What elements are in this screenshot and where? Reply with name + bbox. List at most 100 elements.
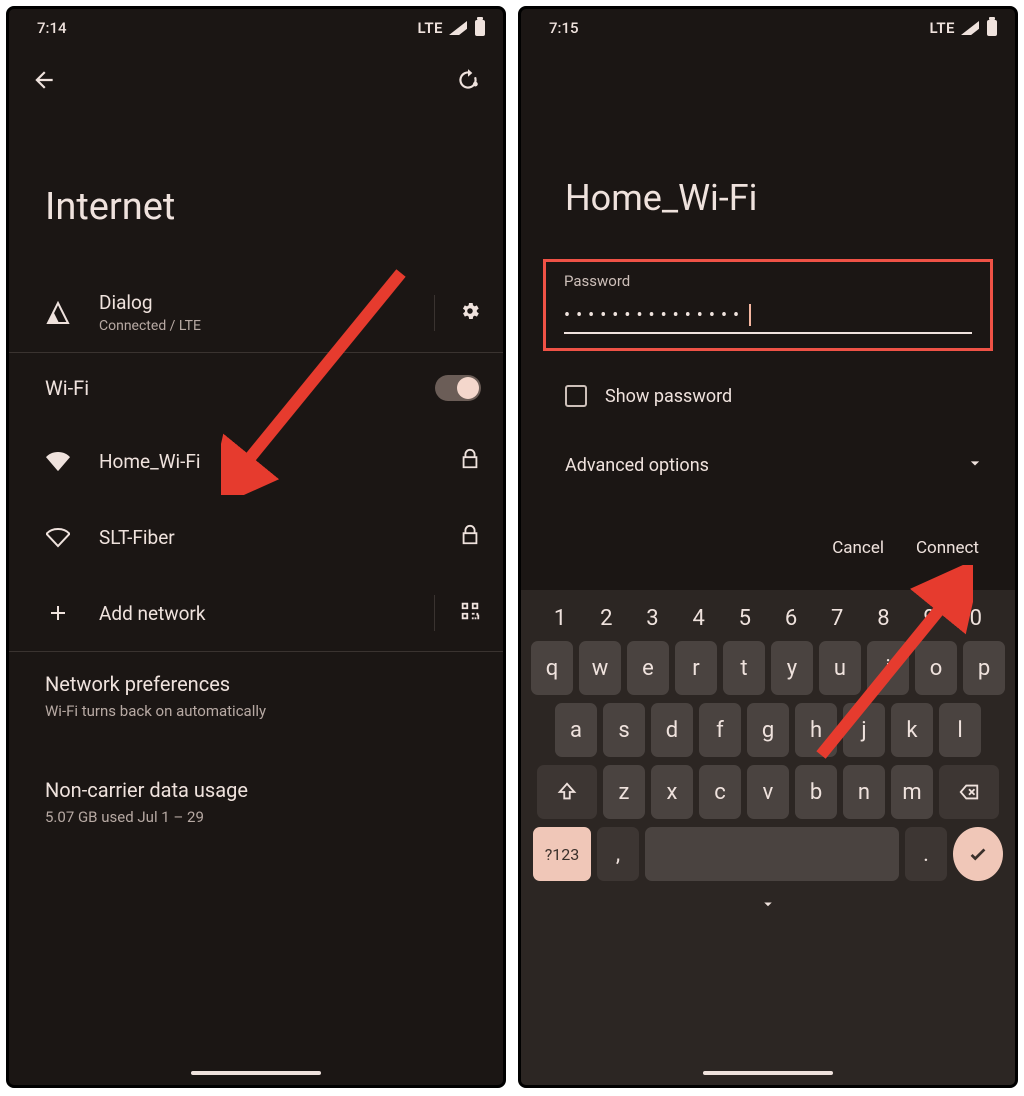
comma-key[interactable]: , xyxy=(597,827,639,881)
divider xyxy=(434,295,435,331)
network-preferences-row[interactable]: Network preferences Wi-Fi turns back on … xyxy=(9,652,503,740)
collapse-keyboard-button[interactable] xyxy=(525,889,1011,919)
key-o[interactable]: o xyxy=(915,641,957,695)
key-q[interactable]: q xyxy=(531,641,573,695)
key-y[interactable]: y xyxy=(771,641,813,695)
key-t[interactable]: t xyxy=(723,641,765,695)
checkbox-unchecked-icon[interactable] xyxy=(565,385,587,407)
advanced-options-row[interactable]: Advanced options xyxy=(521,433,1015,498)
period-key[interactable]: . xyxy=(905,827,947,881)
battery-icon xyxy=(987,20,997,36)
key-5[interactable]: 5 xyxy=(739,606,751,631)
status-network-label: LTE xyxy=(929,19,955,37)
key-r[interactable]: r xyxy=(675,641,717,695)
key-j[interactable]: j xyxy=(843,703,885,757)
key-a[interactable]: a xyxy=(555,703,597,757)
carrier-row[interactable]: Dialog Connected / LTE xyxy=(9,273,503,352)
key-s[interactable]: s xyxy=(603,703,645,757)
keyboard-row-bottom: ?123 , . xyxy=(525,827,1011,881)
key-l[interactable]: l xyxy=(939,703,981,757)
key-c[interactable]: c xyxy=(699,765,741,819)
key-z[interactable]: z xyxy=(603,765,645,819)
status-time: 7:14 xyxy=(37,19,67,37)
lock-icon xyxy=(459,448,481,474)
space-key[interactable] xyxy=(645,827,899,881)
password-label: Password xyxy=(564,272,972,290)
soft-keyboard: 1 2 3 4 5 6 7 8 9 0 q w e r t y u i o p … xyxy=(521,590,1015,1085)
chevron-down-icon xyxy=(965,453,985,478)
toolbar xyxy=(9,43,503,107)
signal-icon xyxy=(45,301,71,325)
status-right: LTE xyxy=(417,19,485,37)
status-right: LTE xyxy=(929,19,997,37)
password-input[interactable]: ••••••••••••••• xyxy=(564,304,972,334)
wifi-network-slt[interactable]: SLT-Fiber xyxy=(9,499,503,575)
key-k[interactable]: k xyxy=(891,703,933,757)
keyboard-row-1: q w e r t y u i o p xyxy=(525,641,1011,695)
status-bar: 7:14 LTE xyxy=(9,9,503,43)
key-6[interactable]: 6 xyxy=(785,606,797,631)
gesture-handle[interactable] xyxy=(703,1071,833,1075)
key-g[interactable]: g xyxy=(747,703,789,757)
wifi-ssid: SLT-Fiber xyxy=(99,526,431,549)
key-h[interactable]: h xyxy=(795,703,837,757)
show-password-label: Show password xyxy=(605,386,732,407)
status-time: 7:15 xyxy=(549,19,579,37)
key-8[interactable]: 8 xyxy=(877,606,889,631)
add-network-row[interactable]: Add network xyxy=(9,575,503,651)
gesture-handle[interactable] xyxy=(191,1071,321,1075)
key-e[interactable]: e xyxy=(627,641,669,695)
key-x[interactable]: x xyxy=(651,765,693,819)
connect-button[interactable]: Connect xyxy=(916,538,979,558)
lock-icon xyxy=(459,524,481,550)
status-network-label: LTE xyxy=(417,19,443,37)
key-p[interactable]: p xyxy=(963,641,1005,695)
key-4[interactable]: 4 xyxy=(692,606,704,631)
signal-icon xyxy=(961,21,979,35)
wifi-network-home[interactable]: Home_Wi-Fi xyxy=(9,423,503,499)
key-n[interactable]: n xyxy=(843,765,885,819)
usage-title: Non-carrier data usage xyxy=(45,778,467,802)
reset-settings-button[interactable] xyxy=(455,67,481,97)
phone-left-internet-settings: 7:14 LTE Internet Dialog Connected / LTE xyxy=(6,6,506,1088)
enter-key[interactable] xyxy=(953,827,1003,881)
plus-icon xyxy=(45,601,71,625)
symbols-key[interactable]: ?123 xyxy=(533,827,591,881)
key-i[interactable]: i xyxy=(867,641,909,695)
keyboard-row-3: z x c v b n m xyxy=(525,765,1011,819)
password-field-highlight: Password ••••••••••••••• xyxy=(543,259,993,351)
pref-subtitle: Wi-Fi turns back on automatically xyxy=(45,702,467,720)
key-b[interactable]: b xyxy=(795,765,837,819)
backspace-key[interactable] xyxy=(939,765,999,819)
qr-scan-icon[interactable] xyxy=(459,600,481,626)
keyboard-row-2: a s d f g h j k l xyxy=(525,703,1011,757)
key-9[interactable]: 9 xyxy=(923,606,935,631)
wifi-toggle[interactable] xyxy=(435,375,481,401)
gear-icon[interactable] xyxy=(459,300,481,326)
key-v[interactable]: v xyxy=(747,765,789,819)
key-3[interactable]: 3 xyxy=(646,606,658,631)
usage-subtitle: 5.07 GB used Jul 1 – 29 xyxy=(45,808,467,826)
carrier-name: Dialog xyxy=(99,291,406,314)
keyboard-number-row: 1 2 3 4 5 6 7 8 9 0 xyxy=(525,600,1011,641)
key-7[interactable]: 7 xyxy=(831,606,843,631)
key-1[interactable]: 1 xyxy=(554,606,566,631)
cancel-button[interactable]: Cancel xyxy=(832,538,884,558)
pref-title: Network preferences xyxy=(45,672,467,696)
wifi-full-icon xyxy=(45,449,71,473)
key-w[interactable]: w xyxy=(579,641,621,695)
key-f[interactable]: f xyxy=(699,703,741,757)
data-usage-row[interactable]: Non-carrier data usage 5.07 GB used Jul … xyxy=(9,758,503,846)
phone-right-wifi-password-dialog: 7:15 LTE Home_Wi-Fi Password •••••••••••… xyxy=(518,6,1018,1088)
key-u[interactable]: u xyxy=(819,641,861,695)
page-title: Internet xyxy=(9,107,503,273)
wifi-section-label: Wi-Fi xyxy=(45,376,89,400)
key-0[interactable]: 0 xyxy=(970,606,982,631)
key-d[interactable]: d xyxy=(651,703,693,757)
back-button[interactable] xyxy=(31,67,57,97)
wifi-section-header: Wi-Fi xyxy=(9,353,503,423)
key-2[interactable]: 2 xyxy=(600,606,612,631)
key-m[interactable]: m xyxy=(891,765,933,819)
shift-key[interactable] xyxy=(537,765,597,819)
show-password-row[interactable]: Show password xyxy=(521,351,1015,433)
